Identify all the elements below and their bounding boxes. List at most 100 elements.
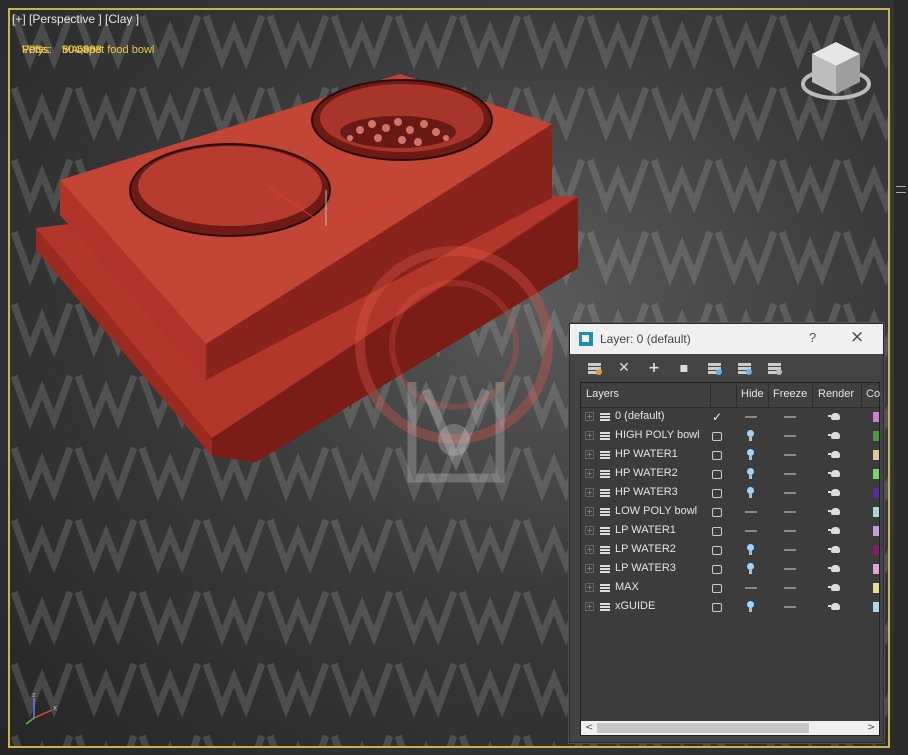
freeze-toggle-icon[interactable]	[784, 587, 796, 589]
scroll-thumb[interactable]	[597, 723, 809, 733]
add-selection-icon[interactable]: +	[645, 360, 663, 376]
layer-color-swatch[interactable]	[873, 545, 879, 555]
scroll-left-button[interactable]: <	[585, 721, 593, 735]
layer-name[interactable]: HIGH POLY bowl	[615, 429, 700, 441]
expand-icon[interactable]	[585, 488, 594, 497]
set-active-icon[interactable]	[712, 546, 722, 555]
layer-row[interactable]: HP WATER3	[581, 484, 879, 503]
hide-toggle-icon[interactable]	[747, 544, 754, 555]
set-active-icon[interactable]	[712, 489, 722, 498]
hide-toggle-icon[interactable]	[747, 563, 754, 574]
layer-row[interactable]: MAX	[581, 579, 879, 598]
highlight-layer-icon[interactable]	[706, 360, 724, 376]
close-button[interactable]: ×	[850, 327, 864, 347]
layer-color-swatch[interactable]	[873, 412, 879, 422]
col-color[interactable]: Co	[866, 388, 880, 400]
expand-icon[interactable]	[585, 526, 594, 535]
help-button[interactable]: ?	[809, 330, 816, 345]
set-active-icon[interactable]	[712, 470, 722, 479]
layer-name[interactable]: LOW POLY bowl	[615, 505, 697, 517]
layer-row[interactable]: HP WATER2	[581, 465, 879, 484]
render-toggle-icon[interactable]	[828, 508, 840, 515]
col-render[interactable]: Render	[818, 388, 854, 400]
layer-color-swatch[interactable]	[873, 450, 879, 460]
freeze-toggle-icon[interactable]	[784, 549, 796, 551]
select-icon[interactable]: ▪	[675, 360, 693, 376]
freeze-toggle-icon[interactable]	[784, 492, 796, 494]
render-toggle-icon[interactable]	[828, 603, 840, 610]
hide-toggle-icon[interactable]	[747, 468, 754, 479]
render-toggle-icon[interactable]	[828, 565, 840, 572]
hide-toggle-icon[interactable]	[745, 587, 757, 589]
hide-toggle-icon[interactable]	[745, 511, 757, 513]
set-active-icon[interactable]	[712, 508, 722, 517]
layer-row[interactable]: HP WATER1	[581, 446, 879, 465]
layer-explorer-dialog[interactable]: Layer: 0 (default) ? × ✕ + ▪ Layers Hide…	[569, 323, 884, 743]
layer-row[interactable]: LP WATER1	[581, 522, 879, 541]
col-hide[interactable]: Hide	[741, 388, 764, 400]
layer-color-swatch[interactable]	[873, 431, 879, 441]
expand-icon[interactable]	[585, 602, 594, 611]
viewcube-icon[interactable]	[800, 38, 872, 104]
set-active-icon[interactable]	[712, 432, 722, 441]
active-layer-checkmark-icon[interactable]: ✓	[712, 410, 722, 424]
set-active-icon[interactable]	[712, 565, 722, 574]
layer-name[interactable]: xGUIDE	[615, 600, 655, 612]
render-toggle-icon[interactable]	[828, 432, 840, 439]
render-toggle-icon[interactable]	[828, 527, 840, 534]
layer-color-swatch[interactable]	[873, 564, 879, 574]
render-toggle-icon[interactable]	[828, 546, 840, 553]
expand-icon[interactable]	[585, 583, 594, 592]
expand-icon[interactable]	[585, 412, 594, 421]
new-layer-icon[interactable]	[586, 360, 604, 376]
freeze-toggle-icon[interactable]	[784, 568, 796, 570]
render-toggle-icon[interactable]	[828, 413, 840, 420]
set-active-icon[interactable]	[712, 584, 722, 593]
layer-name[interactable]: LP WATER1	[615, 524, 676, 536]
hide-toggle-icon[interactable]	[747, 601, 754, 612]
hide-toggle-icon[interactable]	[747, 430, 754, 441]
freeze-toggle-icon[interactable]	[784, 530, 796, 532]
layer-color-swatch[interactable]	[873, 602, 879, 612]
render-toggle-icon[interactable]	[828, 470, 840, 477]
hide-toggle-icon[interactable]	[747, 487, 754, 498]
set-active-icon[interactable]	[712, 451, 722, 460]
hide-toggle-icon[interactable]	[745, 416, 757, 418]
freeze-toggle-icon[interactable]	[784, 454, 796, 456]
layer-color-swatch[interactable]	[873, 469, 879, 479]
expand-icon[interactable]	[585, 431, 594, 440]
expand-icon[interactable]	[585, 545, 594, 554]
set-active-icon[interactable]	[712, 527, 722, 536]
layer-row[interactable]: xGUIDE	[581, 598, 879, 617]
layer-row[interactable]: 0 (default) ✓	[581, 408, 879, 427]
render-toggle-icon[interactable]	[828, 584, 840, 591]
layer-row[interactable]: HIGH POLY bowl	[581, 427, 879, 446]
expand-icon[interactable]	[585, 450, 594, 459]
freeze-all-icon[interactable]	[766, 360, 784, 376]
layer-color-swatch[interactable]	[873, 488, 879, 498]
freeze-toggle-icon[interactable]	[784, 606, 796, 608]
layer-name[interactable]: HP WATER3	[615, 486, 678, 498]
layer-color-swatch[interactable]	[873, 507, 879, 517]
expand-icon[interactable]	[585, 507, 594, 516]
expand-icon[interactable]	[585, 469, 594, 478]
layer-color-swatch[interactable]	[873, 526, 879, 536]
set-active-icon[interactable]	[712, 603, 722, 612]
layer-name[interactable]: LP WATER2	[615, 543, 676, 555]
render-toggle-icon[interactable]	[828, 451, 840, 458]
layer-color-swatch[interactable]	[873, 583, 879, 593]
freeze-toggle-icon[interactable]	[784, 511, 796, 513]
layer-name[interactable]: MAX	[615, 581, 639, 593]
freeze-toggle-icon[interactable]	[784, 416, 796, 418]
layer-name[interactable]: 0 (default)	[615, 410, 665, 422]
delete-icon[interactable]: ✕	[615, 360, 633, 376]
col-freeze[interactable]: Freeze	[773, 388, 807, 400]
layer-row[interactable]: LP WATER2	[581, 541, 879, 560]
expand-icon[interactable]	[585, 564, 594, 573]
horizontal-scrollbar[interactable]: < >	[581, 721, 879, 735]
freeze-toggle-icon[interactable]	[784, 435, 796, 437]
scroll-right-button[interactable]: >	[867, 721, 875, 735]
dialog-titlebar[interactable]: Layer: 0 (default) ? ×	[570, 324, 883, 354]
layer-name[interactable]: HP WATER2	[615, 467, 678, 479]
hide-toggle-icon[interactable]	[745, 530, 757, 532]
